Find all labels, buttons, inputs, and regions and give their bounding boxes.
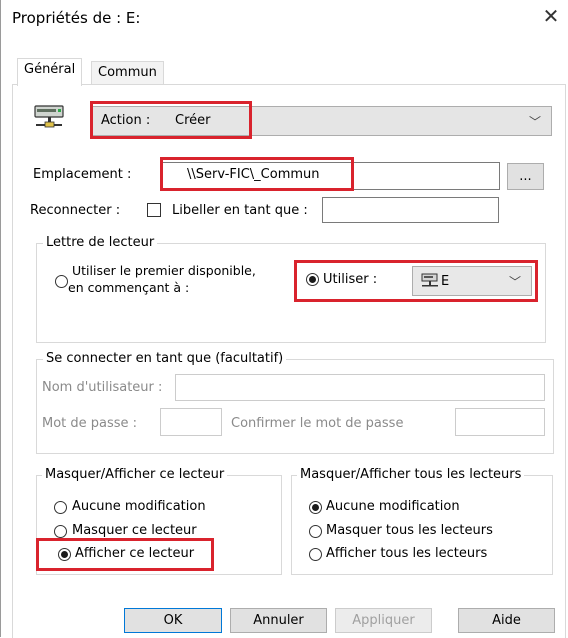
first-available-label-1: Utiliser le premier disponible, <box>72 263 256 278</box>
all-hide-label: Masquer tous les lecteurs <box>326 523 493 538</box>
hide-show-all-title: Masquer/Afficher tous les lecteurs <box>297 467 525 482</box>
all-no-change-label: Aucune modification <box>326 499 460 514</box>
highlight-location <box>160 157 354 191</box>
hide-show-this-title: Masquer/Afficher ce lecteur <box>42 467 228 482</box>
tab-commun[interactable]: Commun <box>91 61 164 85</box>
this-no-change-radio[interactable] <box>54 501 67 514</box>
this-hide-label: Masquer ce lecteur <box>72 523 197 538</box>
close-icon[interactable]: ✕ <box>540 4 562 28</box>
browse-button[interactable]: ... <box>507 163 544 190</box>
cancel-button[interactable]: Annuler <box>230 608 327 633</box>
dialog-title: Propriétés de : E: <box>12 9 141 27</box>
chevron-down-icon[interactable]: ﹀ <box>529 113 541 130</box>
reconnect-checkbox[interactable] <box>147 203 161 217</box>
first-available-label-2: en commençant à : <box>68 280 190 295</box>
libel-label: Libeller en tant que : <box>172 203 308 218</box>
reconnect-label: Reconnecter : <box>30 203 121 218</box>
tab-general[interactable]: Général <box>17 58 83 86</box>
connect-as-title: Se connecter en tant que (facultatif) <box>43 351 287 366</box>
properties-dialog: Propriétés de : E: ✕ Général Commun Acti… <box>0 0 568 638</box>
network-drive-icon <box>34 104 66 132</box>
first-available-radio[interactable] <box>55 275 68 288</box>
ok-button[interactable]: OK <box>124 608 222 633</box>
apply-button[interactable]: Appliquer <box>335 608 432 633</box>
highlight-show-this <box>36 538 214 571</box>
password-label: Mot de passe : <box>42 416 138 431</box>
tab-general-label: Général <box>24 62 76 77</box>
username-label: Nom d'utilisateur : <box>42 380 163 395</box>
highlight-action <box>90 101 252 139</box>
password-input[interactable] <box>160 408 222 436</box>
tab-commun-label: Commun <box>98 65 157 80</box>
all-show-label: Afficher tous les lecteurs <box>326 546 488 561</box>
this-no-change-label: Aucune modification <box>72 499 206 514</box>
window-left-border <box>0 0 1 637</box>
libel-input[interactable] <box>322 197 499 223</box>
all-hide-radio[interactable] <box>309 525 322 538</box>
help-button[interactable]: Aide <box>458 608 555 633</box>
this-hide-radio[interactable] <box>54 525 67 538</box>
drive-letter-title: Lettre de lecteur <box>43 235 158 250</box>
highlight-use <box>294 260 538 302</box>
username-input[interactable] <box>175 374 545 401</box>
location-label: Emplacement : <box>33 167 132 182</box>
all-no-change-radio[interactable] <box>309 501 322 514</box>
all-show-radio[interactable] <box>309 548 322 561</box>
confirm-password-input[interactable] <box>455 408 545 436</box>
confirm-password-label: Confirmer le mot de passe <box>231 416 404 431</box>
